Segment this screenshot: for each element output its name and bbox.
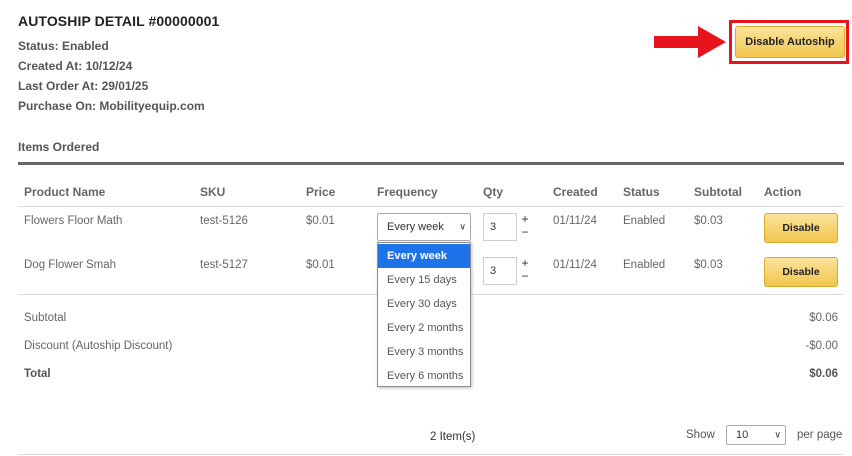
discount-label: Discount (Autoship Discount) <box>24 340 173 352</box>
subtotal-label: Subtotal <box>24 312 67 324</box>
chevron-down-icon: ∨ <box>459 221 466 232</box>
row1-frequency-select[interactable]: Every week ∨ <box>377 213 471 241</box>
subtotal-value: $0.06 <box>809 312 838 324</box>
frequency-option-every-30-days[interactable]: Every 30 days <box>378 292 470 316</box>
section-divider <box>18 162 844 165</box>
row1-qty-increment[interactable]: + <box>519 213 531 225</box>
total-value: $0.06 <box>809 368 838 380</box>
row1-status: Enabled <box>623 215 666 227</box>
row1-created: 01/11/24 <box>553 215 597 227</box>
header-divider <box>18 206 844 207</box>
frequency-option-every-15-days[interactable]: Every 15 days <box>378 268 470 292</box>
frequency-option-every-3-months[interactable]: Every 3 months <box>378 340 470 364</box>
section-title: Items Ordered <box>18 140 100 154</box>
row2-qty-input[interactable]: 3 <box>483 257 517 285</box>
row1-sku: test-5126 <box>200 215 248 227</box>
row2-qty-decrement[interactable]: − <box>519 270 531 282</box>
row2-created: 01/11/24 <box>553 259 597 271</box>
item-count: 2 Item(s) <box>430 431 476 443</box>
col-header-qty: Qty <box>483 185 504 199</box>
col-header-product: Product Name <box>24 185 106 199</box>
per-page-select[interactable]: 10 ∨ <box>726 425 786 445</box>
footer-divider <box>18 454 844 455</box>
per-page-label: per page <box>797 429 843 441</box>
last-order-text: Last Order At: 29/01/25 <box>18 79 149 93</box>
per-page-value: 10 <box>736 429 749 441</box>
col-header-created: Created <box>553 185 598 199</box>
row1-disable-button[interactable]: Disable <box>764 213 838 243</box>
chevron-down-icon: ∨ <box>774 429 781 440</box>
total-label: Total <box>24 368 51 380</box>
discount-value: -$0.00 <box>805 340 838 352</box>
frequency-option-every-week[interactable]: Every week <box>378 244 470 268</box>
row2-qty-increment[interactable]: + <box>519 257 531 269</box>
purchase-on-text: Purchase On: Mobilityequip.com <box>18 99 205 113</box>
row1-subtotal: $0.03 <box>694 215 723 227</box>
row1-frequency-value: Every week <box>387 221 444 233</box>
row1-qty-input[interactable]: 3 <box>483 213 517 241</box>
page-title: AUTOSHIP DETAIL #00000001 <box>18 13 220 29</box>
col-header-subtotal: Subtotal <box>694 185 742 199</box>
col-header-action: Action <box>764 185 802 199</box>
disable-autoship-button[interactable]: Disable Autoship <box>735 26 845 58</box>
frequency-dropdown-list: Every week Every 15 days Every 30 days E… <box>377 242 471 387</box>
frequency-option-every-6-months[interactable]: Every 6 months <box>378 364 470 388</box>
show-label: Show <box>686 429 715 441</box>
row2-disable-button[interactable]: Disable <box>764 257 838 287</box>
row2-subtotal: $0.03 <box>694 259 723 271</box>
created-at-text: Created At: 10/12/24 <box>18 59 133 73</box>
col-header-sku: SKU <box>200 185 226 199</box>
frequency-option-every-2-months[interactable]: Every 2 months <box>378 316 470 340</box>
row1-product-name: Flowers Floor Math <box>24 215 123 227</box>
col-header-price: Price <box>306 185 336 199</box>
row2-status: Enabled <box>623 259 666 271</box>
row1-qty-decrement[interactable]: − <box>519 226 531 238</box>
red-arrow-icon <box>654 26 726 58</box>
col-header-frequency: Frequency <box>377 185 438 199</box>
col-header-status: Status <box>623 185 660 199</box>
row2-sku: test-5127 <box>200 259 248 271</box>
row2-price: $0.01 <box>306 259 335 271</box>
row2-product-name: Dog Flower Smah <box>24 259 117 271</box>
status-text: Status: Enabled <box>18 39 109 53</box>
row1-price: $0.01 <box>306 215 335 227</box>
